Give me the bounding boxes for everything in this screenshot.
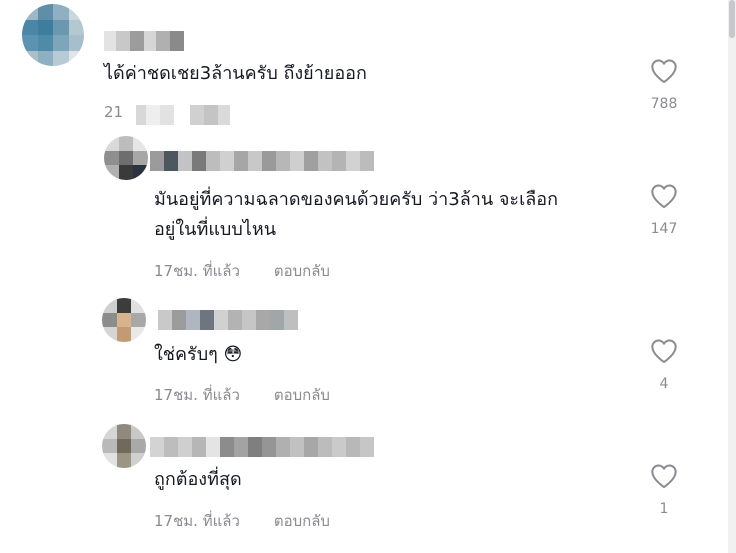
reply-button[interactable]: ตอบกลับ	[274, 383, 330, 407]
scrollbar-thumb[interactable]	[729, 0, 735, 38]
comment-meta: 17ชม. ที่แล้ว ตอบกลับ	[154, 383, 330, 407]
avatar[interactable]	[102, 298, 146, 342]
comment-time: 21	[104, 103, 124, 121]
like-button[interactable]: 1	[642, 463, 686, 517]
comment-text: ได้ค่าชดเชย3ล้านครับ ถึงย้ายออก	[104, 63, 367, 84]
reply-button[interactable]: ตอบกลับ	[274, 509, 330, 533]
comment-text: ถูกต้องที่สุด	[154, 469, 242, 490]
like-button[interactable]: 788	[642, 58, 686, 112]
avatar[interactable]	[104, 136, 148, 180]
like-button[interactable]: 4	[642, 338, 686, 392]
comment-thread: ได้ค่าชดเชย3ล้านครับ ถึงย้ายออก 21 788 ม…	[0, 0, 736, 553]
like-count: 788	[650, 96, 678, 112]
heart-outline-icon	[651, 59, 677, 84]
comment-time: 17ชม. ที่แล้ว	[154, 512, 240, 530]
heart-outline-icon	[651, 339, 677, 364]
comment-time: 17ชม. ที่แล้ว	[154, 386, 240, 404]
timestamp-blurred	[124, 104, 230, 126]
username[interactable]	[150, 150, 374, 172]
avatar[interactable]	[22, 4, 84, 66]
like-count: 4	[659, 376, 669, 392]
scrollbar-track[interactable]	[728, 0, 736, 553]
comment-meta: 17ชม. ที่แล้ว ตอบกลับ	[154, 259, 330, 283]
username[interactable]	[104, 30, 184, 52]
heart-outline-icon	[651, 464, 677, 489]
comment-meta: 17ชม. ที่แล้ว ตอบกลับ	[154, 509, 330, 533]
comment-text-line-1: มันอยู่ที่ความฉลาดของคนด้วยครับ ว่า3ล้าน…	[154, 189, 558, 210]
username[interactable]	[150, 436, 374, 458]
comment-time: 17ชม. ที่แล้ว	[154, 262, 240, 280]
comment-meta: 21	[104, 103, 123, 121]
like-count: 147	[650, 221, 678, 237]
like-count: 1	[659, 501, 669, 517]
username[interactable]	[158, 309, 298, 331]
reply-button[interactable]: ตอบกลับ	[274, 259, 330, 283]
comment-text: ใช่ครับๆ 😳	[154, 344, 243, 365]
like-button[interactable]: 147	[642, 183, 686, 237]
avatar[interactable]	[102, 424, 146, 468]
heart-outline-icon	[651, 184, 677, 209]
comment-text-line-2: อยู่ในที่แบบไหน	[154, 219, 276, 240]
